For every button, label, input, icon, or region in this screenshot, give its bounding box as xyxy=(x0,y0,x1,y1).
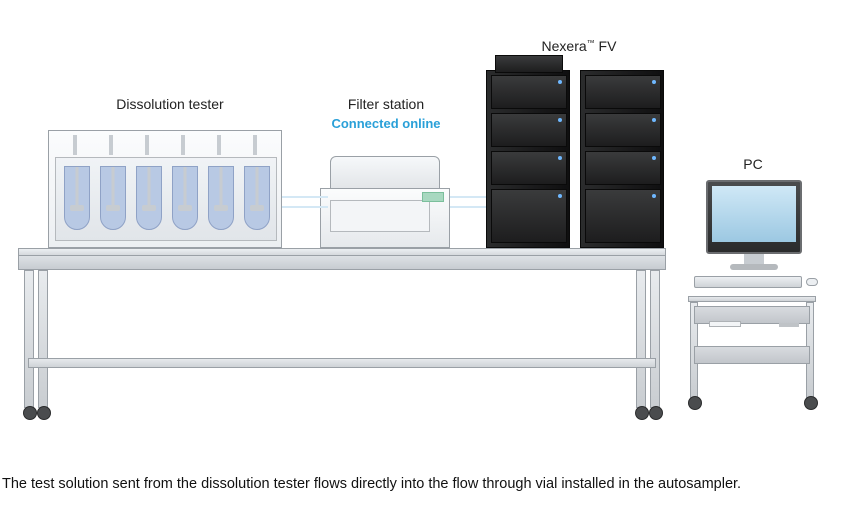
hplc-module xyxy=(585,75,661,109)
cart-shelf xyxy=(694,306,810,324)
bench-leg xyxy=(38,270,48,408)
dissolution-bath xyxy=(55,157,277,241)
flow-line-icon xyxy=(450,206,490,208)
pc-cart xyxy=(688,296,816,414)
vessel-icon xyxy=(244,166,270,230)
stir-rod-icon xyxy=(217,135,221,155)
castor-icon xyxy=(804,396,818,410)
castor-icon xyxy=(635,406,649,420)
label-filter-station: Filter station xyxy=(336,96,436,112)
label-nexera-fv: Nexera™ FV xyxy=(534,38,624,54)
monitor-icon xyxy=(706,180,802,254)
vessel-icon xyxy=(208,166,234,230)
stir-rod-icon xyxy=(109,135,113,155)
bench-leg xyxy=(650,270,660,408)
nexera-fv-instrument xyxy=(486,70,664,248)
nexera-post: FV xyxy=(595,38,617,54)
screen-icon xyxy=(712,186,796,242)
monitor-base xyxy=(730,264,778,270)
keyboard-icon xyxy=(694,276,802,288)
led-icon xyxy=(652,118,656,122)
cart-shelf xyxy=(694,346,810,364)
flow-line-icon xyxy=(282,206,328,208)
bench-shelf xyxy=(28,358,656,368)
led-icon xyxy=(652,194,656,198)
castor-icon xyxy=(649,406,663,420)
led-icon xyxy=(652,156,656,160)
castor-icon xyxy=(37,406,51,420)
flow-line-icon xyxy=(450,196,490,198)
cart-top xyxy=(688,296,816,302)
hplc-tower xyxy=(486,70,570,248)
label-pc: PC xyxy=(738,156,768,172)
hplc-module xyxy=(491,151,567,185)
stir-rod-icon xyxy=(73,135,77,155)
drive-slot-icon xyxy=(709,321,741,327)
bench-leg xyxy=(24,270,34,408)
led-icon xyxy=(558,156,562,160)
mouse-icon xyxy=(806,278,818,286)
vessel-icon xyxy=(100,166,126,230)
hplc-module xyxy=(491,75,567,109)
filter-display-icon xyxy=(422,192,444,202)
bench-leg xyxy=(636,270,646,408)
hplc-module xyxy=(491,189,567,243)
filter-lid xyxy=(330,156,440,190)
hplc-tower xyxy=(580,70,664,248)
trademark-icon: ™ xyxy=(587,38,595,47)
led-icon xyxy=(558,80,562,84)
vessel-icon xyxy=(64,166,90,230)
vessel-icon xyxy=(172,166,198,230)
hplc-top-unit xyxy=(495,55,563,73)
bench-top xyxy=(18,248,666,256)
filter-tray xyxy=(330,200,430,232)
hplc-module xyxy=(585,113,661,147)
hplc-module xyxy=(585,189,661,243)
led-icon xyxy=(558,194,562,198)
dissolution-tester xyxy=(48,130,282,248)
label-dissolution-tester: Dissolution tester xyxy=(100,96,240,112)
nexera-pre: Nexera xyxy=(542,38,587,54)
castor-icon xyxy=(23,406,37,420)
lab-bench xyxy=(18,248,666,412)
stir-rod-icon xyxy=(253,135,257,155)
castor-icon xyxy=(688,396,702,410)
led-icon xyxy=(558,118,562,122)
hplc-module xyxy=(491,113,567,147)
pc-workstation xyxy=(700,180,808,298)
lab-system-diagram: Dissolution tester Filter station Connec… xyxy=(0,0,856,506)
filter-station xyxy=(320,156,450,248)
led-icon xyxy=(652,80,656,84)
label-connected-online: Connected online xyxy=(326,116,446,131)
stir-rod-icon xyxy=(181,135,185,155)
flow-line-icon xyxy=(282,196,328,198)
vessel-icon xyxy=(136,166,162,230)
drive-buttons-icon xyxy=(779,323,799,327)
bench-apron xyxy=(18,256,666,270)
hplc-module xyxy=(585,151,661,185)
diagram-caption: The test solution sent from the dissolut… xyxy=(0,476,856,492)
stir-rod-icon xyxy=(145,135,149,155)
